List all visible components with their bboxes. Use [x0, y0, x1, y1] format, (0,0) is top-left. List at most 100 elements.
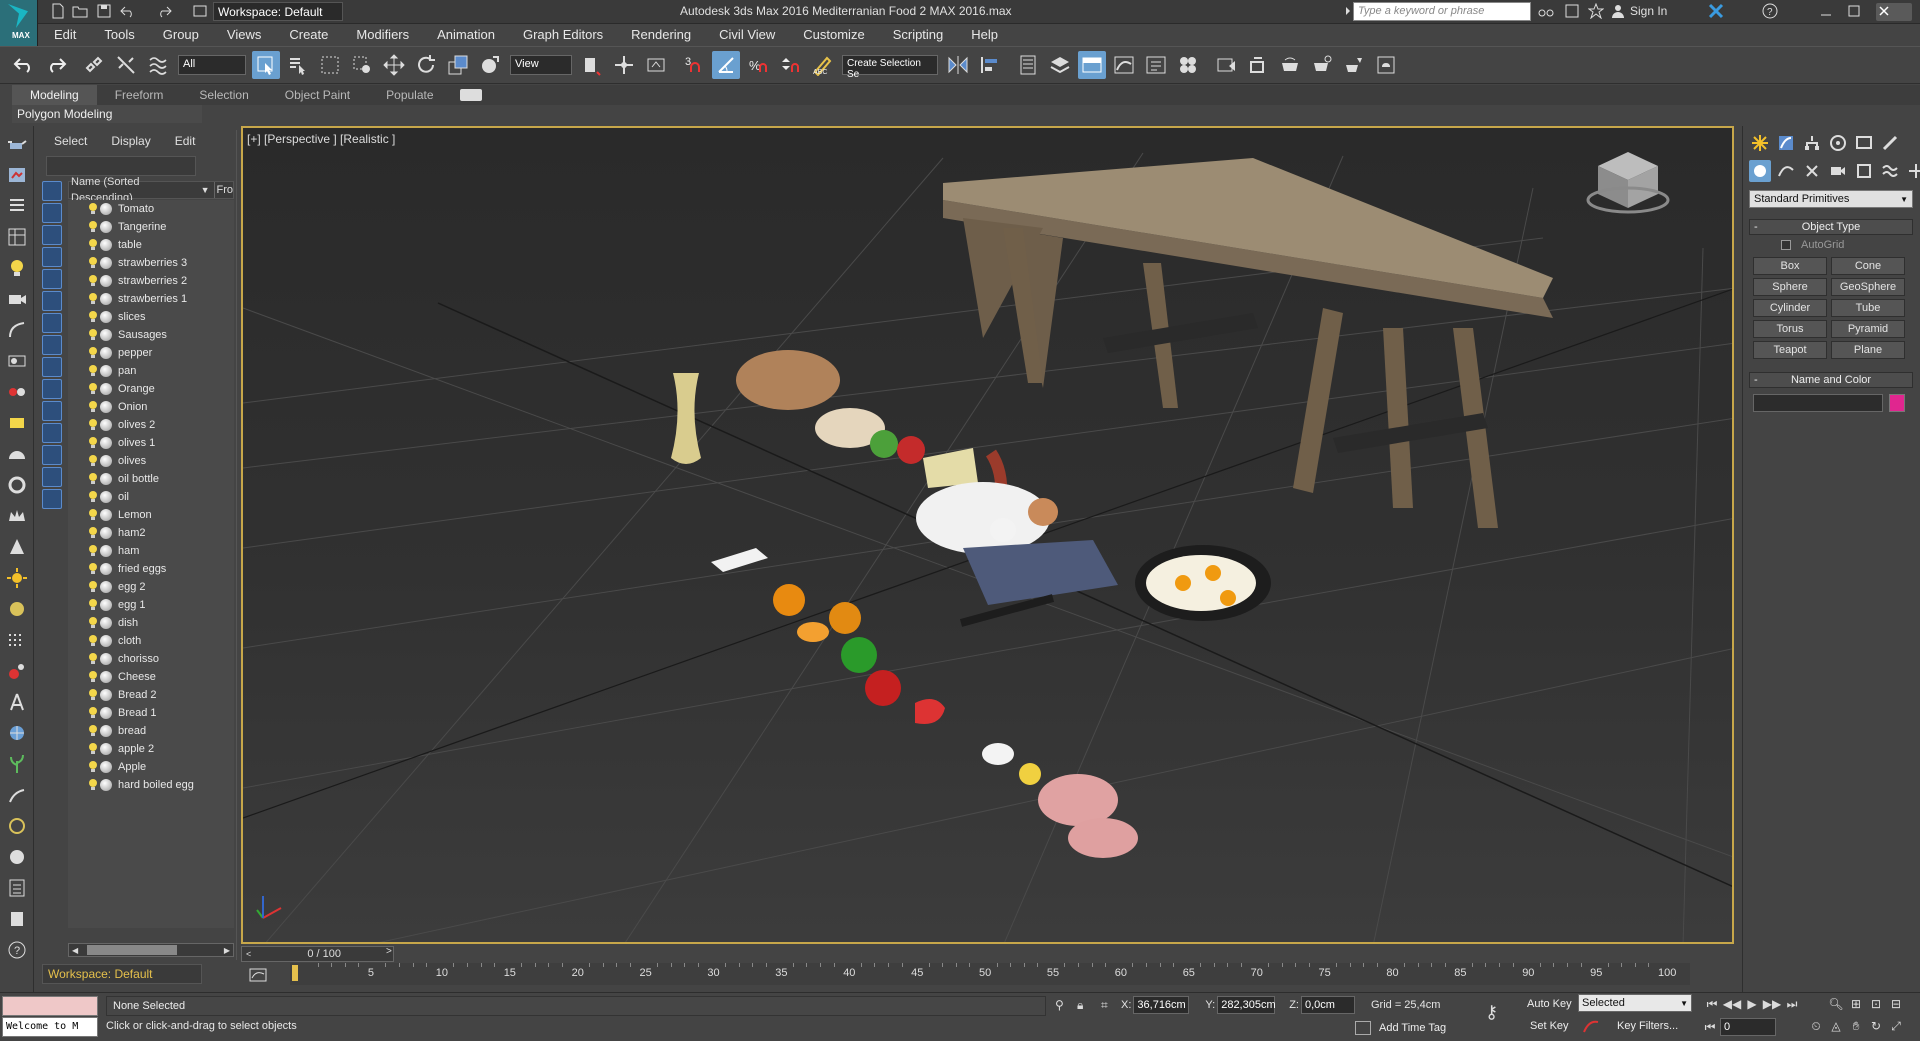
list-item[interactable]: Tangerine: [68, 218, 234, 236]
curve-editor-icon[interactable]: [1110, 51, 1138, 79]
visibility-sphere-icon[interactable]: [100, 527, 112, 539]
sun-icon[interactable]: [4, 565, 30, 591]
add-time-tag-button[interactable]: Add Time Tag: [1379, 1022, 1446, 1034]
tab-modeling[interactable]: Modeling: [12, 85, 97, 105]
visibility-sphere-icon[interactable]: [100, 419, 112, 431]
render-production-icon[interactable]: [1276, 51, 1304, 79]
viewport-label-menu[interactable]: [+] [Perspective ] [Realistic ]: [247, 132, 395, 146]
visibility-sphere-icon[interactable]: [100, 365, 112, 377]
redo-icon[interactable]: [156, 3, 174, 21]
list-item[interactable]: bread: [68, 722, 234, 740]
teapot-icon[interactable]: [4, 131, 30, 157]
light-bulb-icon[interactable]: [88, 365, 98, 377]
layer-explorer-icon[interactable]: [1014, 51, 1042, 79]
list-item[interactable]: hard boiled egg: [68, 776, 234, 794]
light-bulb-icon[interactable]: [88, 329, 98, 341]
light-bulb-icon[interactable]: [88, 473, 98, 485]
visibility-sphere-icon[interactable]: [100, 329, 112, 341]
y-coordinate-field[interactable]: 282,305cm: [1217, 996, 1276, 1014]
spacewarps-category-icon[interactable]: [1879, 160, 1901, 182]
visibility-sphere-icon[interactable]: [100, 239, 112, 251]
viewcube-icon[interactable]: [1586, 152, 1670, 214]
object-type-rollout-header[interactable]: - Object Type: [1749, 219, 1913, 235]
go-to-end-icon[interactable]: ⏭: [1782, 996, 1802, 1012]
hair-fur-icon[interactable]: [4, 782, 30, 808]
maximize-viewport-icon[interactable]: ⤢: [1886, 1018, 1906, 1034]
torus-button[interactable]: Torus: [1753, 320, 1827, 338]
play-icon[interactable]: ▶: [1742, 996, 1762, 1012]
menu-group[interactable]: Group: [147, 24, 211, 46]
zoom-extents-icon[interactable]: ⊡: [1866, 996, 1886, 1012]
visibility-sphere-icon[interactable]: [100, 671, 112, 683]
filter-all-icon[interactable]: [42, 445, 62, 465]
absolute-mode-icon[interactable]: ⌗: [1101, 998, 1117, 1013]
list-item[interactable]: chorisso: [68, 650, 234, 668]
create-panel-icon[interactable]: [1749, 132, 1771, 154]
light-bulb-icon[interactable]: [88, 707, 98, 719]
select-and-place-icon[interactable]: [476, 51, 504, 79]
key-filters-button[interactable]: Key Filters...: [1617, 1020, 1678, 1032]
list-item[interactable]: Lemon: [68, 506, 234, 524]
list-item[interactable]: egg 2: [68, 578, 234, 596]
visibility-sphere-icon[interactable]: [100, 617, 112, 629]
visibility-sphere-icon[interactable]: [100, 707, 112, 719]
plane-button[interactable]: Plane: [1831, 341, 1905, 359]
motion-panel-icon[interactable]: [1827, 132, 1849, 154]
systems-category-icon[interactable]: [1905, 160, 1920, 182]
cone-button[interactable]: Cone: [1831, 257, 1905, 275]
selection-filter-dropdown[interactable]: All: [178, 55, 246, 75]
list-item[interactable]: strawberries 2: [68, 272, 234, 290]
render-setup-icon[interactable]: [1212, 51, 1240, 79]
pyramid-button[interactable]: Pyramid: [1831, 320, 1905, 338]
keyboard-shortcut-override-icon[interactable]: [642, 51, 670, 79]
lock-selection-icon[interactable]: 🔒︎: [1077, 998, 1097, 1013]
autogrid-checkbox-row[interactable]: AutoGrid: [1781, 239, 1844, 251]
biped-icon[interactable]: [4, 689, 30, 715]
render-activeshade-icon[interactable]: [1340, 51, 1368, 79]
sign-in-link[interactable]: Sign In: [1630, 4, 1667, 18]
helpers-category-icon[interactable]: [1853, 160, 1875, 182]
ribbon-panel-polygon-modeling[interactable]: Polygon Modeling: [12, 105, 202, 123]
list-item[interactable]: Sausages: [68, 326, 234, 344]
light-bulb-icon[interactable]: [88, 347, 98, 359]
visibility-sphere-icon[interactable]: [100, 779, 112, 791]
visibility-sphere-icon[interactable]: [100, 653, 112, 665]
render-frame-icon[interactable]: [4, 162, 30, 188]
list-item[interactable]: Tomato: [68, 200, 234, 218]
list-item[interactable]: ham: [68, 542, 234, 560]
maxscript-mini-listener[interactable]: Welcome to M: [2, 1017, 98, 1037]
scroll-thumb[interactable]: [87, 945, 178, 955]
filter-containers-icon[interactable]: [42, 379, 62, 399]
visibility-sphere-icon[interactable]: [100, 275, 112, 287]
align-icon[interactable]: [976, 51, 1004, 79]
geometry-category-icon[interactable]: [1749, 160, 1771, 182]
percent-snap-toggle-icon[interactable]: %: [744, 51, 772, 79]
go-to-start-icon[interactable]: ⏮: [1702, 996, 1722, 1012]
select-and-move-icon[interactable]: [380, 51, 408, 79]
light-bulb-icon[interactable]: [88, 275, 98, 287]
visibility-sphere-icon[interactable]: [100, 581, 112, 593]
light-bulb-icon[interactable]: [4, 255, 30, 281]
visibility-sphere-icon[interactable]: [100, 491, 112, 503]
time-slider[interactable]: < 0 / 100: [241, 946, 394, 962]
visibility-sphere-icon[interactable]: [100, 437, 112, 449]
shapes-category-icon[interactable]: [1775, 160, 1797, 182]
se-menu-select[interactable]: Select: [42, 134, 99, 148]
filter-groups-icon[interactable]: [42, 313, 62, 333]
list-item[interactable]: fried eggs: [68, 560, 234, 578]
menu-edit[interactable]: Edit: [38, 24, 88, 46]
pan-view-icon[interactable]: ✋︎: [1846, 1018, 1866, 1034]
ribbon-options-icon[interactable]: [459, 89, 482, 101]
undo-icon[interactable]: [120, 3, 138, 21]
box-button[interactable]: Box: [1753, 257, 1827, 275]
zoom-all-icon[interactable]: ⊞: [1846, 996, 1866, 1012]
cone-icon[interactable]: [4, 534, 30, 560]
particle-icon[interactable]: [4, 627, 30, 653]
visibility-sphere-icon[interactable]: [100, 347, 112, 359]
visibility-sphere-icon[interactable]: [100, 689, 112, 701]
search-input[interactable]: Type a keyword or phrase: [1353, 2, 1531, 21]
object-table-icon[interactable]: [4, 224, 30, 250]
menu-help[interactable]: Help: [955, 24, 1010, 46]
window-crossing-icon[interactable]: [348, 51, 376, 79]
use-pivot-center-icon[interactable]: [578, 51, 606, 79]
